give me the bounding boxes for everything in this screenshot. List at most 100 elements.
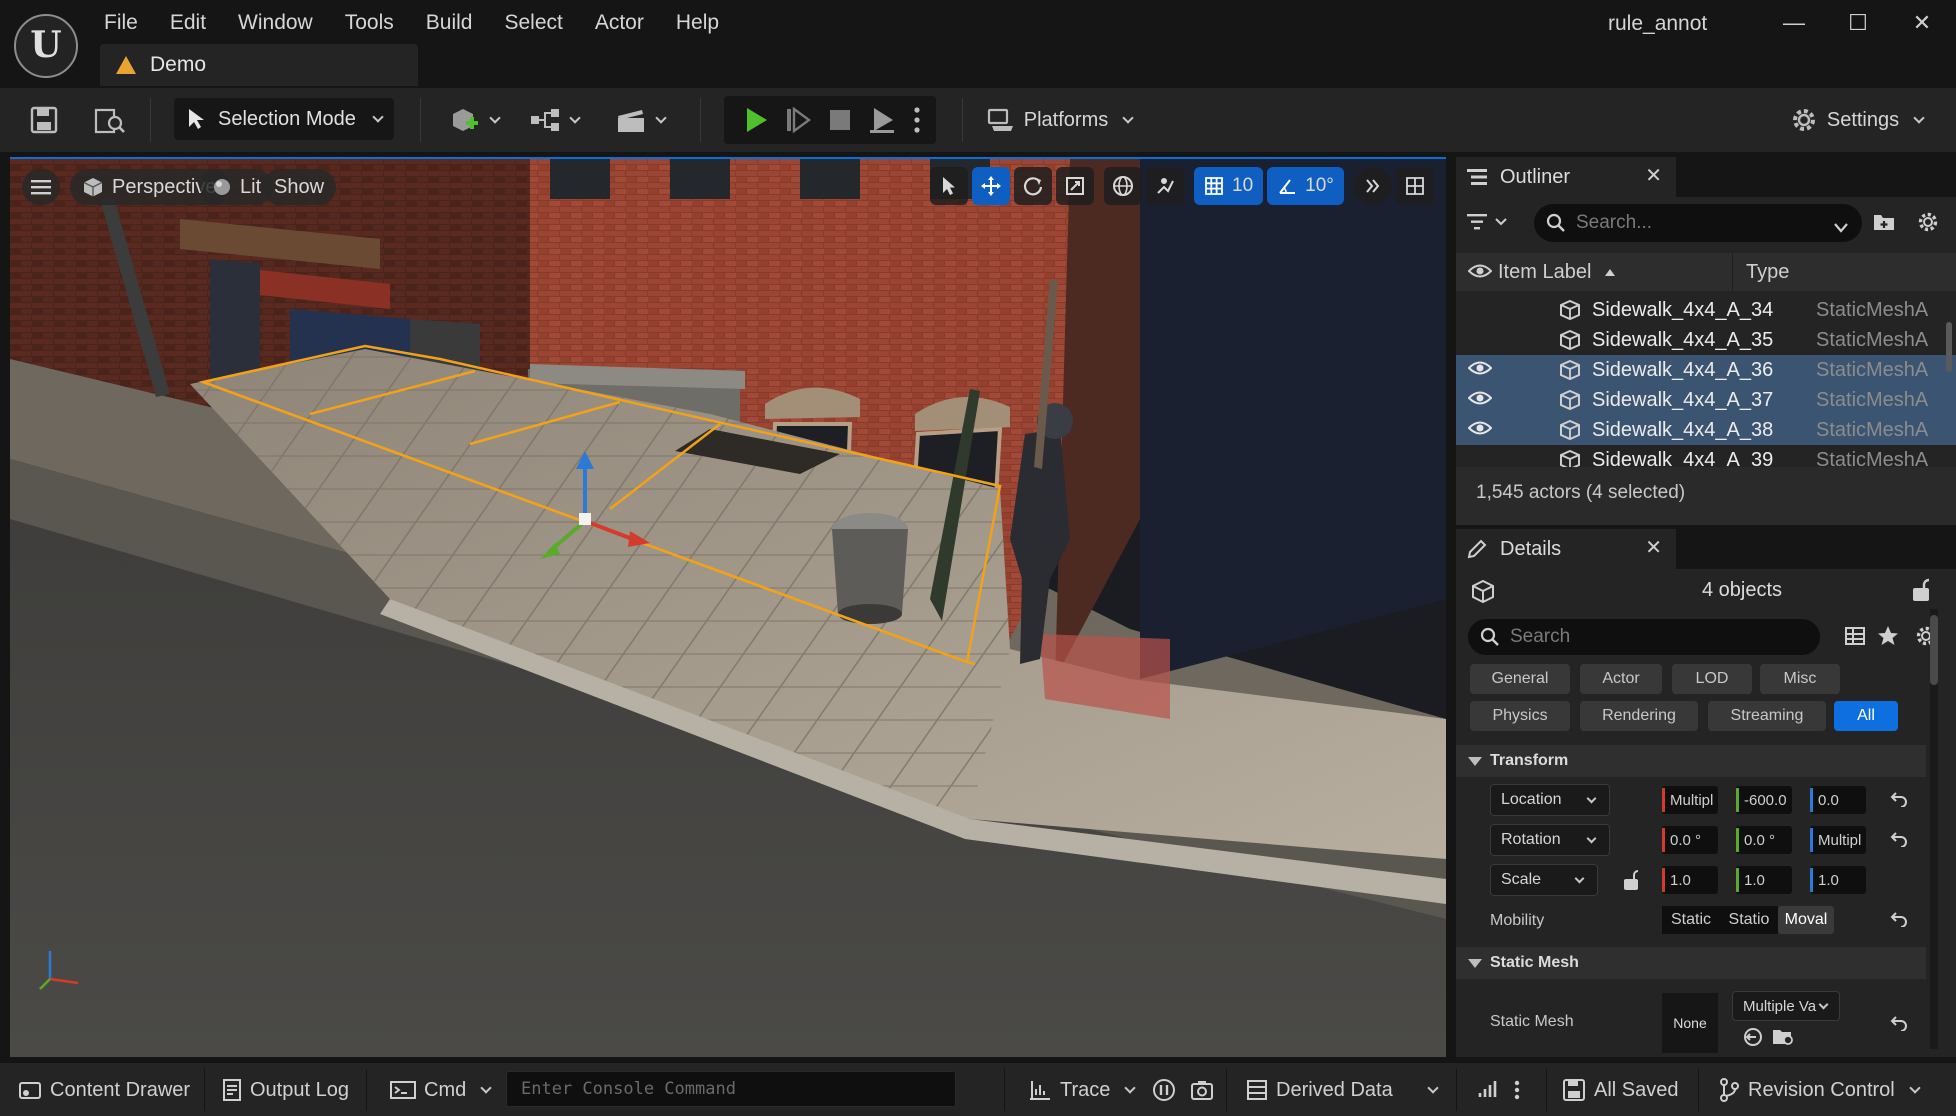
- chevron-down-icon[interactable]: [1834, 217, 1848, 239]
- revision-control-dropdown[interactable]: Revision Control: [1718, 1063, 1921, 1116]
- browse-asset-icon[interactable]: [1772, 1027, 1796, 1053]
- filter-rendering-button[interactable]: Rendering: [1580, 701, 1698, 731]
- translate-tool-icon[interactable]: [972, 167, 1010, 205]
- project-tab[interactable]: Demo: [100, 44, 418, 86]
- show-flags-button[interactable]: Show: [262, 169, 337, 205]
- eject-icon[interactable]: [864, 102, 900, 138]
- filter-lod-button[interactable]: LOD: [1672, 664, 1752, 694]
- browse-level-icon[interactable]: [90, 102, 130, 138]
- use-selected-asset-icon[interactable]: [1742, 1027, 1764, 1053]
- reset-static-mesh-icon[interactable]: [1890, 1015, 1908, 1037]
- reset-mobility-icon[interactable]: [1890, 911, 1908, 933]
- details-tab[interactable]: Details ✕: [1456, 529, 1676, 569]
- close-outliner-icon[interactable]: ✕: [1645, 163, 1662, 188]
- play-icon[interactable]: [738, 102, 774, 138]
- filter-all-button[interactable]: All: [1834, 701, 1898, 731]
- content-drawer-button[interactable]: Content Drawer: [18, 1063, 190, 1116]
- mobility-static-button[interactable]: Static: [1662, 906, 1720, 934]
- outliner-search-input[interactable]: Search...: [1534, 204, 1862, 242]
- surface-snap-icon[interactable]: [1146, 167, 1184, 205]
- scene-render[interactable]: [10, 159, 1446, 1057]
- outliner-row[interactable]: Sidewalk_4x4_A_38 StaticMeshA: [1456, 415, 1956, 445]
- level-viewport[interactable]: Perspective Lit Show 10 10°: [10, 157, 1446, 1057]
- cmd-dropdown[interactable]: Cmd: [390, 1063, 492, 1116]
- menu-select[interactable]: Select: [488, 6, 578, 40]
- step-forward-icon[interactable]: [780, 102, 816, 138]
- type-column[interactable]: Type: [1746, 261, 1789, 284]
- menu-window[interactable]: Window: [222, 6, 329, 40]
- save-icon[interactable]: [26, 102, 62, 138]
- filter-actor-button[interactable]: Actor: [1580, 664, 1662, 694]
- details-scrollbar[interactable]: [1930, 609, 1938, 1049]
- outliner-settings-gear-icon[interactable]: [1916, 210, 1940, 240]
- world-space-icon[interactable]: [1104, 167, 1142, 205]
- mobility-movable-button[interactable]: Moval: [1778, 906, 1834, 934]
- menu-actor[interactable]: Actor: [579, 6, 660, 40]
- filter-general-button[interactable]: General: [1470, 664, 1570, 694]
- outliner-tab[interactable]: Outliner ✕: [1456, 157, 1676, 197]
- static-mesh-section-header[interactable]: Static Mesh: [1456, 947, 1926, 979]
- visibility-eye-icon[interactable]: [1467, 389, 1493, 413]
- scale-z-field[interactable]: 1.0: [1810, 866, 1866, 894]
- item-label-column[interactable]: Item Label: [1498, 261, 1615, 284]
- trace-dropdown[interactable]: Trace: [1028, 1063, 1137, 1116]
- menu-tools[interactable]: Tools: [329, 6, 410, 40]
- menu-file[interactable]: File: [88, 6, 154, 40]
- static-mesh-picker[interactable]: Multiple Va: [1732, 991, 1840, 1021]
- expand-tools-icon[interactable]: [1353, 167, 1392, 205]
- visibility-eye-icon[interactable]: [1467, 419, 1493, 443]
- status-more-icon[interactable]: [1514, 1063, 1520, 1116]
- screenshot-icon[interactable]: [1190, 1063, 1214, 1116]
- derived-data-dropdown[interactable]: Derived Data: [1246, 1063, 1439, 1116]
- menu-help[interactable]: Help: [660, 6, 735, 40]
- rotation-snap-toggle[interactable]: 10°: [1267, 167, 1344, 205]
- all-saved-button[interactable]: All Saved: [1562, 1063, 1679, 1116]
- close-window-button[interactable]: ✕: [1900, 8, 1944, 38]
- filter-misc-button[interactable]: Misc: [1760, 664, 1840, 694]
- outliner-row[interactable]: Sidewalk_4x4_A_36 StaticMeshA: [1456, 355, 1956, 385]
- filter-streaming-button[interactable]: Streaming: [1708, 701, 1826, 731]
- record-icon[interactable]: [1152, 1063, 1176, 1116]
- scale-y-field[interactable]: 1.0: [1736, 866, 1792, 894]
- rotation-y-field[interactable]: 0.0 °: [1736, 826, 1792, 854]
- menu-edit[interactable]: Edit: [154, 6, 222, 40]
- scale-tool-icon[interactable]: [1056, 167, 1094, 205]
- filter-physics-button[interactable]: Physics: [1470, 701, 1570, 731]
- maximize-button[interactable]: ☐: [1836, 8, 1880, 38]
- visibility-eye-icon[interactable]: [1467, 359, 1493, 383]
- viewport-layout-icon[interactable]: [1395, 167, 1434, 205]
- add-actor-button[interactable]: [446, 102, 502, 138]
- minimize-button[interactable]: —: [1772, 8, 1816, 38]
- grid-snap-toggle[interactable]: 10: [1194, 167, 1264, 205]
- selection-mode-dropdown[interactable]: Selection Mode: [174, 98, 394, 140]
- lock-icon[interactable]: [1910, 577, 1932, 609]
- close-details-icon[interactable]: ✕: [1645, 535, 1662, 560]
- blueprint-button[interactable]: [526, 102, 582, 138]
- stop-icon[interactable]: [822, 102, 858, 138]
- outliner-row[interactable]: Sidewalk_4x4_A_37 StaticMeshA: [1456, 385, 1956, 415]
- location-y-field[interactable]: -600.0: [1736, 786, 1792, 814]
- outliner-row[interactable]: Sidewalk_4x4_A_35 StaticMeshA: [1456, 325, 1956, 355]
- network-status-icon[interactable]: [1476, 1063, 1500, 1116]
- transform-section-header[interactable]: Transform: [1456, 745, 1926, 777]
- location-z-field[interactable]: 0.0: [1810, 786, 1866, 814]
- details-search-input[interactable]: Search: [1468, 619, 1820, 655]
- location-x-field[interactable]: Multipl: [1662, 786, 1718, 814]
- output-log-button[interactable]: Output Log: [222, 1063, 349, 1116]
- console-command-input[interactable]: Enter Console Command: [506, 1071, 956, 1107]
- rotation-dropdown[interactable]: Rotation: [1490, 824, 1610, 856]
- filter-icon[interactable]: [1466, 211, 1510, 239]
- platforms-dropdown[interactable]: Platforms: [984, 102, 1134, 138]
- more-options-icon[interactable]: [904, 102, 930, 138]
- static-mesh-thumbnail[interactable]: None: [1662, 993, 1718, 1053]
- location-dropdown[interactable]: Location: [1490, 784, 1610, 816]
- settings-dropdown[interactable]: Settings: [1786, 102, 1926, 138]
- menu-build[interactable]: Build: [410, 6, 489, 40]
- mobility-stationary-button[interactable]: Statio: [1720, 906, 1778, 934]
- reset-location-icon[interactable]: [1890, 791, 1908, 813]
- rotation-z-field[interactable]: Multipl: [1810, 826, 1866, 854]
- visibility-column-icon[interactable]: [1467, 262, 1493, 286]
- reset-rotation-icon[interactable]: [1890, 831, 1908, 853]
- viewport-menu-button[interactable]: [22, 169, 60, 205]
- cinematics-button[interactable]: [610, 102, 670, 138]
